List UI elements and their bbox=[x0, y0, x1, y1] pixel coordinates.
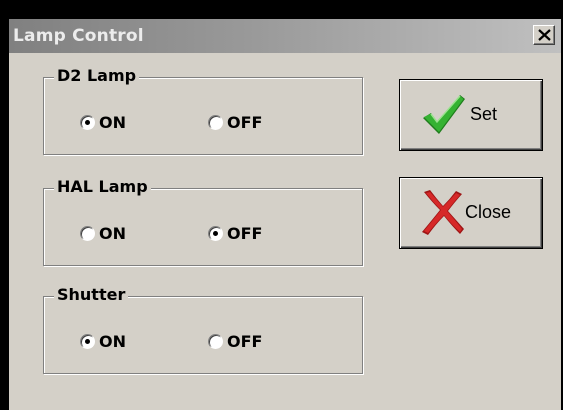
radio-indicator bbox=[80, 114, 95, 130]
radio-label: ON bbox=[99, 112, 126, 132]
lamp-control-dialog: Lamp Control D2 Lamp ON OFF HAL Lamp ON … bbox=[7, 19, 561, 410]
hal-lamp-off-radio[interactable]: OFF bbox=[208, 223, 262, 243]
d2-lamp-on-radio[interactable]: ON bbox=[80, 112, 126, 132]
set-button-label: Set bbox=[470, 104, 498, 124]
shutter-off-radio[interactable]: OFF bbox=[208, 331, 262, 351]
hal-lamp-on-radio[interactable]: ON bbox=[80, 223, 126, 243]
title-bar[interactable]: Lamp Control bbox=[9, 19, 561, 53]
hal-lamp-label: HAL Lamp bbox=[54, 177, 151, 197]
hal-lamp-group: HAL Lamp ON OFF bbox=[43, 177, 363, 266]
green-checkmark-icon bbox=[423, 95, 465, 134]
d2-lamp-label: D2 Lamp bbox=[54, 66, 140, 86]
shutter-label: Shutter bbox=[54, 285, 129, 305]
radio-label: OFF bbox=[227, 112, 263, 132]
radio-label: ON bbox=[99, 331, 126, 351]
d2-lamp-group: D2 Lamp ON OFF bbox=[43, 66, 363, 155]
window-close-button[interactable] bbox=[533, 25, 555, 45]
radio-indicator bbox=[208, 333, 223, 349]
radio-indicator bbox=[80, 333, 95, 349]
shutter-on-radio[interactable]: ON bbox=[80, 331, 126, 351]
close-button[interactable]: Close bbox=[399, 177, 543, 249]
radio-indicator bbox=[80, 225, 95, 241]
radio-label: OFF bbox=[227, 331, 263, 351]
set-button[interactable]: Set bbox=[399, 79, 543, 151]
shutter-group: Shutter ON OFF bbox=[43, 285, 363, 374]
radio-label: ON bbox=[99, 223, 126, 243]
close-icon bbox=[538, 29, 551, 41]
window-title: Lamp Control bbox=[13, 26, 144, 46]
radio-indicator bbox=[208, 114, 223, 130]
d2-lamp-off-radio[interactable]: OFF bbox=[208, 112, 262, 132]
red-x-icon bbox=[422, 190, 464, 235]
radio-label: OFF bbox=[227, 223, 263, 243]
radio-indicator bbox=[208, 225, 223, 241]
close-button-label: Close bbox=[465, 202, 512, 222]
